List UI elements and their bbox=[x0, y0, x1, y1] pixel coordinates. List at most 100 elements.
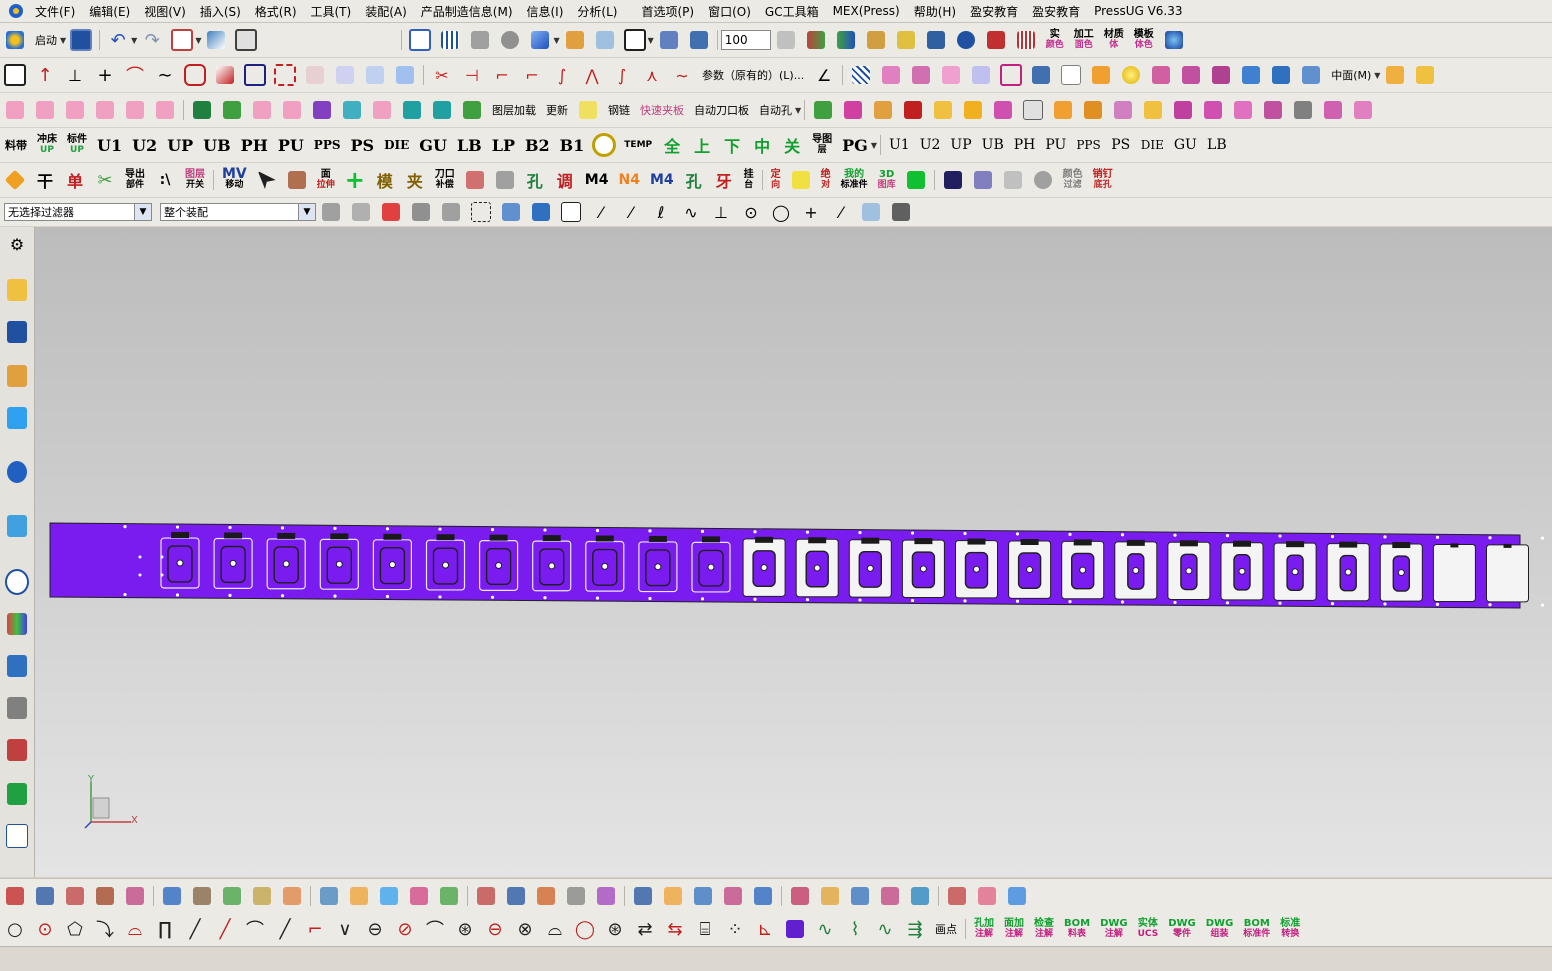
sketch-tool-18-icon[interactable]: ⊗ bbox=[512, 917, 538, 941]
views-icon[interactable] bbox=[467, 28, 493, 52]
csys-icon[interactable] bbox=[833, 28, 859, 52]
part4-icon[interactable] bbox=[900, 98, 926, 122]
curve-tool-4-icon[interactable]: ⇶ bbox=[902, 917, 928, 941]
sticky-icon[interactable] bbox=[788, 168, 814, 192]
lower-button[interactable]: 下 bbox=[719, 133, 745, 157]
join-icon[interactable]: ∫ bbox=[609, 63, 635, 87]
menu-tools[interactable]: 工具(T) bbox=[304, 3, 359, 20]
part15-icon[interactable] bbox=[1230, 98, 1256, 122]
plate-ub-button[interactable]: UB bbox=[200, 133, 233, 157]
wear-plate-icon[interactable] bbox=[279, 98, 305, 122]
single-button[interactable]: 单 bbox=[62, 168, 88, 192]
move-ph-button[interactable]: PH bbox=[1011, 133, 1039, 157]
check-icon[interactable] bbox=[970, 168, 996, 192]
wcs-icon[interactable] bbox=[803, 28, 829, 52]
draft-tool-28-icon[interactable] bbox=[847, 884, 873, 908]
auto-hole-button[interactable]: 自动孔 bbox=[756, 98, 795, 122]
transform-icon[interactable] bbox=[923, 28, 949, 52]
face2-icon[interactable] bbox=[1178, 63, 1204, 87]
annotation-button-10[interactable]: 标准 转换 bbox=[1277, 918, 1303, 940]
plate-pps-button[interactable]: PPS bbox=[311, 133, 344, 157]
assembly-scope-dropdown[interactable]: 整个装配 ▼ bbox=[160, 203, 316, 221]
draft-tool-16-icon[interactable] bbox=[473, 884, 499, 908]
plus-icon[interactable]: + bbox=[342, 166, 368, 194]
mv-move-button[interactable]: MV 移动 bbox=[219, 167, 250, 191]
selection-filter-dropdown[interactable]: 无选择过滤器 ▼ bbox=[4, 203, 152, 221]
draft-tool-2-icon[interactable] bbox=[32, 884, 58, 908]
draft-tool-17-icon[interactable] bbox=[503, 884, 529, 908]
close-button[interactable]: 关 bbox=[779, 133, 805, 157]
draw-point-button[interactable]: 画点 bbox=[932, 917, 960, 941]
draft-tool-23-icon[interactable] bbox=[690, 884, 716, 908]
shape4-icon[interactable] bbox=[272, 63, 298, 87]
thicken-icon[interactable] bbox=[1238, 63, 1264, 87]
snap-line-icon[interactable]: ⁄ bbox=[618, 200, 644, 224]
length-icon[interactable]: ∠ bbox=[811, 63, 837, 87]
menu-insert[interactable]: 插入(S) bbox=[193, 3, 248, 20]
part11-icon[interactable] bbox=[1110, 98, 1136, 122]
draft-tool-13-icon[interactable] bbox=[376, 884, 402, 908]
menu-assembly[interactable]: 装配(A) bbox=[358, 3, 414, 20]
system-scenes-icon[interactable] bbox=[4, 735, 30, 765]
draft-tool-9-icon[interactable] bbox=[249, 884, 275, 908]
move-u2-button[interactable]: U2 bbox=[917, 133, 944, 157]
history-icon[interactable] bbox=[4, 567, 30, 597]
template-button[interactable]: 模板 体色 bbox=[1131, 29, 1157, 51]
tool-a-icon[interactable] bbox=[2, 98, 28, 122]
redo-icon[interactable]: ↷ bbox=[139, 28, 165, 52]
draft-tool-30-icon[interactable] bbox=[907, 884, 933, 908]
draft-tool-7-icon[interactable] bbox=[189, 884, 215, 908]
solid-icon[interactable] bbox=[528, 200, 554, 224]
draft-tool-10-icon[interactable] bbox=[279, 884, 305, 908]
wand-icon[interactable] bbox=[893, 28, 919, 52]
rotate-icon[interactable] bbox=[686, 28, 712, 52]
pg-button[interactable]: PG bbox=[839, 133, 871, 157]
connect-a-icon[interactable] bbox=[399, 98, 425, 122]
curve-tool-1-icon[interactable]: ∿ bbox=[812, 917, 838, 941]
offset-icon[interactable]: ∫ bbox=[549, 63, 575, 87]
interference-button[interactable]: 干 bbox=[32, 168, 58, 192]
absolute-button[interactable]: 绝对 bbox=[818, 169, 834, 191]
annotation-button-2[interactable]: 面加 注解 bbox=[1001, 918, 1027, 940]
hd3d-icon[interactable] bbox=[4, 457, 30, 487]
plate-icon[interactable] bbox=[462, 168, 488, 192]
shape2-icon[interactable] bbox=[212, 63, 238, 87]
flag-icon[interactable] bbox=[1412, 63, 1438, 87]
rect-select-icon[interactable] bbox=[468, 200, 494, 224]
move-pu-button[interactable]: PU bbox=[1042, 133, 1069, 157]
hang-button[interactable]: 挂台 bbox=[741, 169, 757, 191]
point-icon[interactable] bbox=[953, 28, 979, 52]
select-icon[interactable] bbox=[592, 28, 618, 52]
gear-icon[interactable] bbox=[1030, 168, 1056, 192]
axis-icon[interactable]: ⊥ bbox=[62, 63, 88, 87]
draft-tool-29-icon[interactable] bbox=[877, 884, 903, 908]
filter-b-icon[interactable] bbox=[348, 200, 374, 224]
draft-tool-6-icon[interactable] bbox=[159, 884, 185, 908]
block-icon[interactable] bbox=[1088, 63, 1114, 87]
reuse-library-icon[interactable] bbox=[4, 403, 30, 433]
divide-icon[interactable]: ⋀ bbox=[579, 63, 605, 87]
punch-up-button[interactable]: 冲床 UP bbox=[34, 134, 60, 156]
snap-quad-icon[interactable]: ◯ bbox=[768, 200, 794, 224]
draft-tool-33-icon[interactable] bbox=[1004, 884, 1030, 908]
sketch-tool-1-icon[interactable]: ○ bbox=[2, 917, 28, 941]
layer-load-button[interactable]: 图层加载 bbox=[489, 98, 539, 122]
menu-help[interactable]: 帮助(H) bbox=[907, 3, 963, 20]
sketch-tool-20-icon[interactable]: ◯ bbox=[572, 917, 598, 941]
knife-edge-button[interactable]: 刀口 补偿 bbox=[432, 169, 458, 191]
hand-icon[interactable] bbox=[284, 168, 310, 192]
strip-button[interactable]: 料带 bbox=[2, 140, 30, 151]
draft-tool-21-icon[interactable] bbox=[630, 884, 656, 908]
knife-icon[interactable] bbox=[459, 98, 485, 122]
menu-pmi[interactable]: 产品制造信息(M) bbox=[414, 3, 520, 20]
snap-icon[interactable] bbox=[203, 28, 229, 52]
snap-end-icon[interactable] bbox=[558, 200, 584, 224]
sketch-tool-26-icon[interactable]: ⊾ bbox=[752, 917, 778, 941]
annotation-button-9[interactable]: BOM 标准件 bbox=[1240, 918, 1273, 940]
curve-tool-3-icon[interactable]: ∿ bbox=[872, 917, 898, 941]
bridge-icon[interactable]: ⋏ bbox=[639, 63, 665, 87]
shape6-icon[interactable] bbox=[332, 63, 358, 87]
sketch-tool-7-icon[interactable]: ╱ bbox=[182, 917, 208, 941]
surface5-icon[interactable] bbox=[998, 63, 1024, 87]
part8-icon[interactable] bbox=[1020, 98, 1046, 122]
